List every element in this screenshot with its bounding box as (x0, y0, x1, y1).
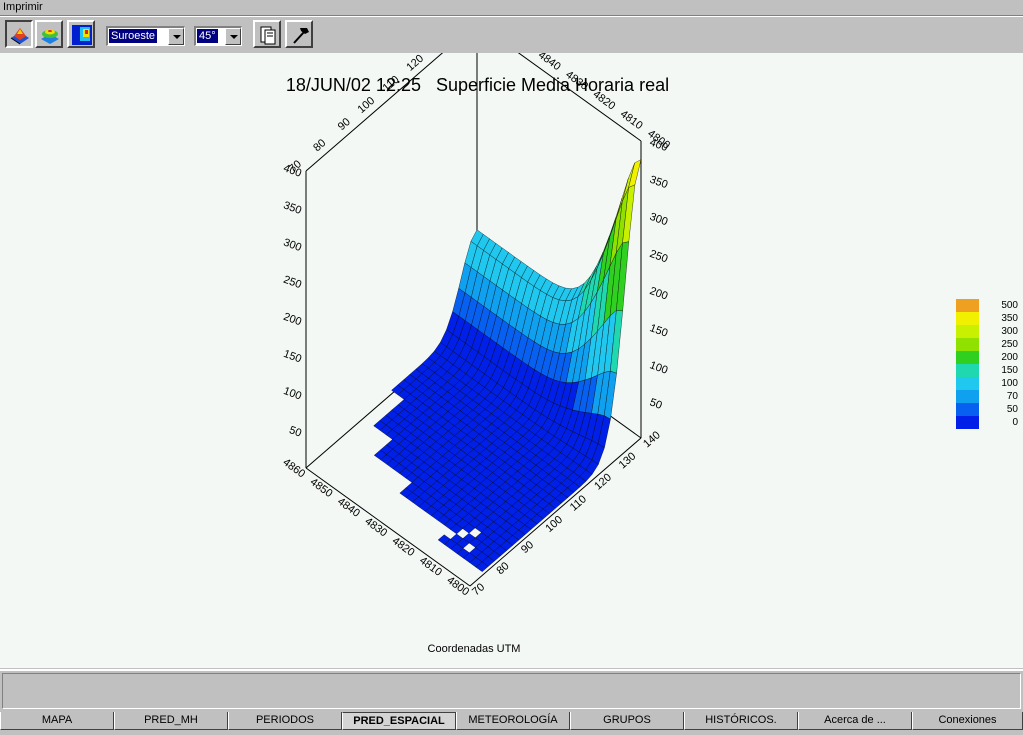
z-tick-label: 50 (287, 424, 303, 439)
z-tick-label: 100 (648, 359, 669, 377)
legend-label: 500 (1001, 300, 1018, 311)
tab-pred-espacial[interactable]: PRED_ESPACIAL (342, 712, 456, 730)
z-tick-label: 350 (648, 174, 669, 192)
status-bar (0, 669, 1023, 710)
surface-3d-button[interactable] (5, 20, 33, 48)
orientation-value: Suroeste (109, 29, 158, 43)
y-tick-label: 4830 (362, 515, 389, 539)
tab-mapa[interactable]: MAPA (0, 712, 114, 730)
print-preview-button[interactable] (253, 20, 281, 48)
z-tick-label: 350 (282, 199, 303, 217)
y-tick-label: 4840 (335, 496, 362, 520)
x-tick-label: 130 (617, 450, 639, 471)
colormap-icon (72, 25, 92, 45)
legend-label: 150 (1001, 365, 1018, 376)
legend-label: 200 (1001, 352, 1018, 363)
legend-label: 100 (1001, 378, 1018, 389)
contour-3d-icon (41, 29, 59, 44)
chevron-down-icon[interactable] (168, 28, 184, 45)
x-tick-label: 100 (543, 514, 565, 535)
document-icon (260, 26, 276, 45)
z-tick-label: 100 (282, 385, 303, 403)
z-tick-label: 300 (282, 237, 303, 255)
tools-button[interactable] (285, 20, 313, 48)
y-tick-label: 4850 (308, 476, 335, 500)
tab-periodos[interactable]: PERIODOS (228, 712, 342, 730)
surface-3d-chart: 7070808090901001001101101201201301301401… (280, 53, 672, 598)
axis-line (305, 53, 444, 172)
legend-swatch (956, 325, 979, 338)
x-tick-label: 110 (568, 493, 589, 514)
legend-label: 70 (1006, 391, 1018, 402)
chevron-down-icon[interactable] (225, 28, 241, 45)
x-tick-label: 80 (311, 137, 328, 154)
surface-3d-icon (10, 28, 29, 45)
y-tick-label: 4860 (280, 456, 307, 480)
tab-pred-mh[interactable]: PRED_MH (114, 712, 228, 730)
legend-swatch (956, 377, 979, 390)
tab-meteorología[interactable]: METEOROLOGÍA (456, 712, 570, 730)
tab-históricos[interactable]: HISTÓRICOS. (684, 712, 798, 730)
orientation-select[interactable]: Suroeste (106, 26, 185, 46)
z-tick-label: 300 (648, 211, 669, 229)
z-tick-label: 50 (648, 396, 664, 411)
angle-value: 45° (197, 29, 218, 43)
toolbar: Suroeste 45° (0, 16, 1023, 54)
tab-strip: MAPA PRED_MH PERIODOS PRED_ESPACIAL METEOROL… (0, 712, 1023, 735)
x-axis-title: Coordenadas UTM (427, 643, 521, 655)
legend-swatch (956, 338, 979, 351)
legend-label: 0 (1012, 417, 1018, 428)
y-tick-label: 4820 (390, 535, 417, 559)
y-tick-label: 4830 (563, 69, 590, 93)
angle-select[interactable]: 45° (194, 26, 242, 46)
legend-label: 50 (1006, 404, 1018, 415)
legend-swatch (956, 403, 979, 416)
z-tick-label: 200 (648, 285, 669, 303)
legend-swatch (956, 390, 979, 403)
z-tick-label: 200 (282, 311, 303, 329)
y-tick-label: 4810 (618, 108, 645, 132)
x-tick-label: 90 (336, 116, 353, 133)
hammer-icon (293, 28, 309, 44)
legend-swatch (956, 299, 979, 312)
z-tick-label: 150 (282, 348, 303, 366)
tab-conexiones[interactable]: Conexiones (912, 712, 1023, 730)
y-tick-label: 4840 (536, 53, 563, 73)
legend-swatch (956, 351, 979, 364)
status-panel (2, 673, 1021, 709)
legend-label: 250 (1001, 339, 1018, 350)
legend-label: 350 (1001, 313, 1018, 324)
y-tick-label: 4800 (444, 574, 471, 598)
x-tick-label: 120 (592, 471, 614, 492)
tab-grupos[interactable]: GRUPOS (570, 712, 684, 730)
print-menu-item[interactable]: Imprimir (3, 1, 43, 13)
z-tick-label: 250 (648, 248, 669, 266)
tab-acerca-de[interactable]: Acerca de ... (798, 712, 912, 730)
contour-3d-button[interactable] (35, 20, 63, 48)
y-tick-label: 4810 (417, 555, 444, 579)
legend-swatch (956, 416, 979, 429)
z-tick-label: 150 (648, 322, 669, 340)
plot-area: 18/JUN/02 12:25 Superficie Media Horaria… (0, 53, 1023, 668)
legend-label: 300 (1001, 326, 1018, 337)
map-2d-button[interactable] (67, 20, 95, 48)
x-tick-label: 140 (641, 429, 663, 450)
menu-bar: Imprimir (0, 0, 1023, 16)
legend-swatch (956, 312, 979, 325)
z-tick-label: 250 (282, 274, 303, 292)
legend-swatch (956, 364, 979, 377)
y-tick-label: 4820 (591, 88, 618, 112)
